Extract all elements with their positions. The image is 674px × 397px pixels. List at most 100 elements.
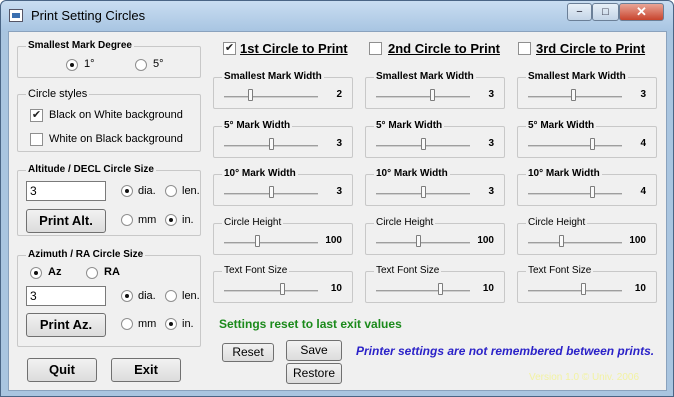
slider-thumb[interactable]: [571, 89, 577, 101]
slider-track: [224, 290, 318, 292]
slider-track: [528, 145, 622, 147]
white-on-black-checkbox[interactable]: [30, 133, 43, 146]
circle-2-height-group: Circle Height 100: [365, 217, 505, 255]
maximize-button[interactable]: □: [592, 3, 619, 21]
slider-track: [528, 193, 622, 195]
slider-track: [224, 242, 318, 244]
circle-2-checkbox[interactable]: [369, 42, 382, 55]
radio-5-degree-label: 5°: [153, 58, 164, 70]
window-title: Print Setting Circles: [31, 8, 146, 23]
slider-thumb[interactable]: [589, 138, 595, 150]
slider-thumb[interactable]: [269, 138, 274, 150]
slider-value: 2: [336, 89, 342, 100]
slider-thumb[interactable]: [421, 186, 426, 198]
ra-radio[interactable]: [86, 267, 98, 279]
altitude-mm-radio[interactable]: [121, 214, 133, 226]
altitude-dia-radio[interactable]: [121, 185, 133, 197]
quit-button[interactable]: Quit: [27, 358, 97, 382]
slider-label: Smallest Mark Width: [222, 71, 324, 82]
circle-1-5deg-width-group: 5° Mark Width 3: [213, 120, 353, 158]
azimuth-len-radio[interactable]: [165, 290, 177, 302]
circle-3-checkbox[interactable]: [518, 42, 531, 55]
circle-3-header[interactable]: 3rd Circle to Print: [536, 41, 645, 56]
slider-thumb[interactable]: [280, 283, 286, 295]
slider-label: 10° Mark Width: [374, 168, 450, 179]
radio-1-degree[interactable]: [66, 59, 78, 71]
save-button[interactable]: Save: [286, 340, 342, 361]
circle-2-smallest-width-group: Smallest Mark Width 3: [365, 71, 505, 109]
black-on-white-checkbox[interactable]: ✔: [30, 109, 43, 122]
smallest-mark-title: Smallest Mark Degree: [26, 40, 134, 51]
radio-5-degree[interactable]: [135, 59, 147, 71]
print-az-button[interactable]: Print Az.: [26, 313, 106, 337]
slider-thumb[interactable]: [558, 235, 564, 247]
azimuth-group: Azimuth / RA Circle Size Az RA dia. len.…: [17, 249, 201, 347]
circle-2-10deg-width-group: 10° Mark Width 3: [365, 168, 505, 206]
slider-label: 10° Mark Width: [222, 168, 298, 179]
restore-button[interactable]: Restore: [286, 363, 342, 384]
circle-3-smallest-width-group: Smallest Mark Width 3: [517, 71, 657, 109]
azimuth-mm-radio[interactable]: [121, 318, 133, 330]
circle-3-5deg-width-group: 5° Mark Width 4: [517, 120, 657, 158]
slider-value: 10: [330, 283, 342, 294]
slider-value: 4: [640, 186, 646, 197]
reset-button[interactable]: Reset: [222, 343, 274, 362]
circle-1-height-group: Circle Height 100: [213, 217, 353, 255]
circle-1-smallest-width-group: Smallest Mark Width 2: [213, 71, 353, 109]
slider-thumb[interactable]: [430, 89, 436, 101]
ra-label: RA: [104, 266, 120, 278]
altitude-in-radio[interactable]: [165, 214, 177, 226]
az-radio[interactable]: [30, 267, 42, 279]
altitude-in-label: in.: [182, 214, 194, 226]
altitude-dia-label: dia.: [138, 185, 156, 197]
slider-label: Circle Height: [374, 217, 436, 228]
slider-thumb[interactable]: [589, 186, 595, 198]
slider-value: 3: [336, 186, 342, 197]
slider-thumb[interactable]: [269, 186, 274, 198]
version-text: Version 1.0 © Univ. 2006: [529, 372, 640, 383]
slider-thumb[interactable]: [580, 283, 586, 295]
title-bar[interactable]: Print Setting Circles − □ ✕: [1, 1, 673, 31]
slider-thumb[interactable]: [421, 138, 426, 150]
slider-value: 100: [629, 235, 646, 246]
slider-value: 3: [336, 138, 342, 149]
azimuth-dia-radio[interactable]: [121, 290, 133, 302]
slider-label: Text Font Size: [526, 265, 594, 276]
slider-track: [376, 242, 470, 244]
circle-1-font-size-group: Text Font Size 10: [213, 265, 353, 303]
azimuth-in-label: in.: [182, 318, 194, 330]
slider-value: 10: [634, 283, 646, 294]
slider-label: Circle Height: [526, 217, 588, 228]
slider-track: [528, 290, 622, 292]
slider-value: 10: [482, 283, 494, 294]
slider-thumb[interactable]: [416, 235, 422, 247]
circle-column-1: ✔ 1st Circle to Print Smallest Mark Widt…: [213, 32, 363, 312]
slider-thumb[interactable]: [248, 89, 254, 101]
slider-label: Smallest Mark Width: [526, 71, 628, 82]
altitude-len-radio[interactable]: [165, 185, 177, 197]
circle-1-header[interactable]: 1st Circle to Print: [240, 41, 348, 56]
slider-label: 5° Mark Width: [374, 120, 445, 131]
print-alt-button[interactable]: Print Alt.: [26, 209, 106, 233]
altitude-title: Altitude / DECL Circle Size: [26, 164, 156, 175]
slider-label: Text Font Size: [222, 265, 290, 276]
slider-value: 4: [640, 138, 646, 149]
circle-1-10deg-width-group: 10° Mark Width 3: [213, 168, 353, 206]
minimize-button[interactable]: −: [567, 3, 592, 21]
slider-value: 3: [488, 186, 494, 197]
exit-button[interactable]: Exit: [111, 358, 181, 382]
circle-2-header[interactable]: 2nd Circle to Print: [388, 41, 500, 56]
altitude-size-input[interactable]: [26, 181, 106, 201]
slider-value: 100: [477, 235, 494, 246]
slider-thumb[interactable]: [254, 235, 260, 247]
azimuth-size-input[interactable]: [26, 286, 106, 306]
slider-thumb[interactable]: [437, 283, 443, 295]
circle-2-5deg-width-group: 5° Mark Width 3: [365, 120, 505, 158]
azimuth-len-label: len.: [182, 290, 200, 302]
circle-3-font-size-group: Text Font Size 10: [517, 265, 657, 303]
slider-label: 10° Mark Width: [526, 168, 602, 179]
close-button[interactable]: ✕: [619, 3, 664, 21]
slider-value: 100: [325, 235, 342, 246]
azimuth-in-radio[interactable]: [165, 318, 177, 330]
circle-1-checkbox[interactable]: ✔: [223, 42, 236, 55]
